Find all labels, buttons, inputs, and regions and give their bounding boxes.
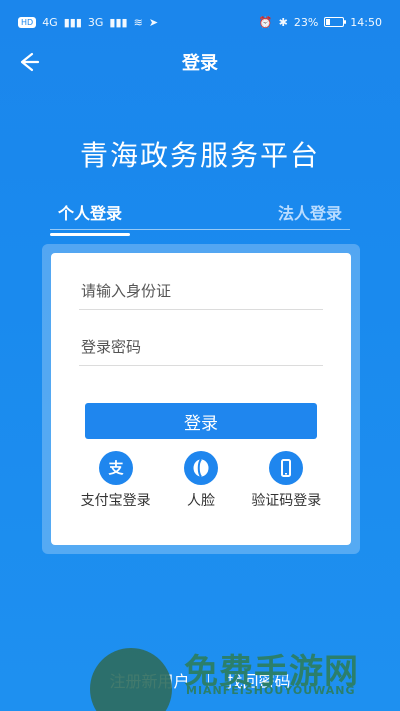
status-left: HD 4G ▮▮▮ 3G ▮▮▮ ≋ ➤ [18,16,158,29]
status-bar: HD 4G ▮▮▮ 3G ▮▮▮ ≋ ➤ ⏰ ✱ 23% 14:50 [0,0,400,44]
register-link[interactable]: 注册新用户 [109,668,189,692]
login-tabs: 个人登录 法人登录 [50,200,350,236]
signal-bars-icon: ▮▮▮ [109,15,128,29]
page-title: 登录 [182,53,218,74]
face-login-option[interactable]: 人脸 [158,451,243,511]
login-card-frame: 登录 支 支付宝登录 [42,244,360,554]
tab-enterprise-login[interactable]: 法人登录 [270,200,350,228]
login-screen: HD 4G ▮▮▮ 3G ▮▮▮ ≋ ➤ ⏰ ✱ 23% 14:50 登录 青海… [0,0,400,711]
bluetooth-icon: ✱ [278,15,288,29]
back-arrow-icon[interactable] [14,48,42,76]
recover-password-link[interactable]: 找回密码 [227,668,291,692]
send-icon: ➤ [148,15,159,29]
tab-personal-login[interactable]: 个人登录 [50,200,131,236]
alt-login-options: 支 支付宝登录 人脸 验证码登录 [73,451,329,511]
status-right: ⏰ ✱ 23% 14:50 [259,16,382,29]
signal-4g-icon: 4G [42,15,58,29]
bottom-divider [207,671,209,689]
signal-bars-icon: ▮▮▮ [63,15,82,29]
face-label: 人脸 [186,493,215,509]
hd-badge: HD [18,16,37,28]
id-field [79,273,323,310]
phone-icon [269,451,304,485]
platform-title: 青海政务服务平台 [79,139,320,172]
password-field [79,329,323,366]
time-text: 14:50 [350,15,382,29]
sms-login-option[interactable]: 验证码登录 [244,451,329,511]
wifi-icon: ≋ [133,15,143,29]
alarm-icon: ⏰ [258,15,273,29]
alipay-label: 支付宝登录 [80,493,151,509]
tab-separator [50,229,350,230]
sms-label: 验证码登录 [251,493,322,509]
face-icon [183,451,218,485]
alipay-icon: 支 [98,451,133,485]
bottom-links: 注册新用户 找回密码 [0,660,400,700]
battery-text: 23% [293,15,319,29]
signal-3g-icon: 3G [87,15,104,29]
app-bar: 登录 [0,44,400,80]
password-input[interactable] [79,337,323,357]
login-button[interactable]: 登录 [85,403,317,439]
id-input[interactable] [79,281,323,301]
alipay-login-option[interactable]: 支 支付宝登录 [73,451,158,511]
login-card: 登录 支 支付宝登录 [51,253,351,545]
battery-icon [324,17,347,27]
svg-text:支: 支 [107,459,124,477]
